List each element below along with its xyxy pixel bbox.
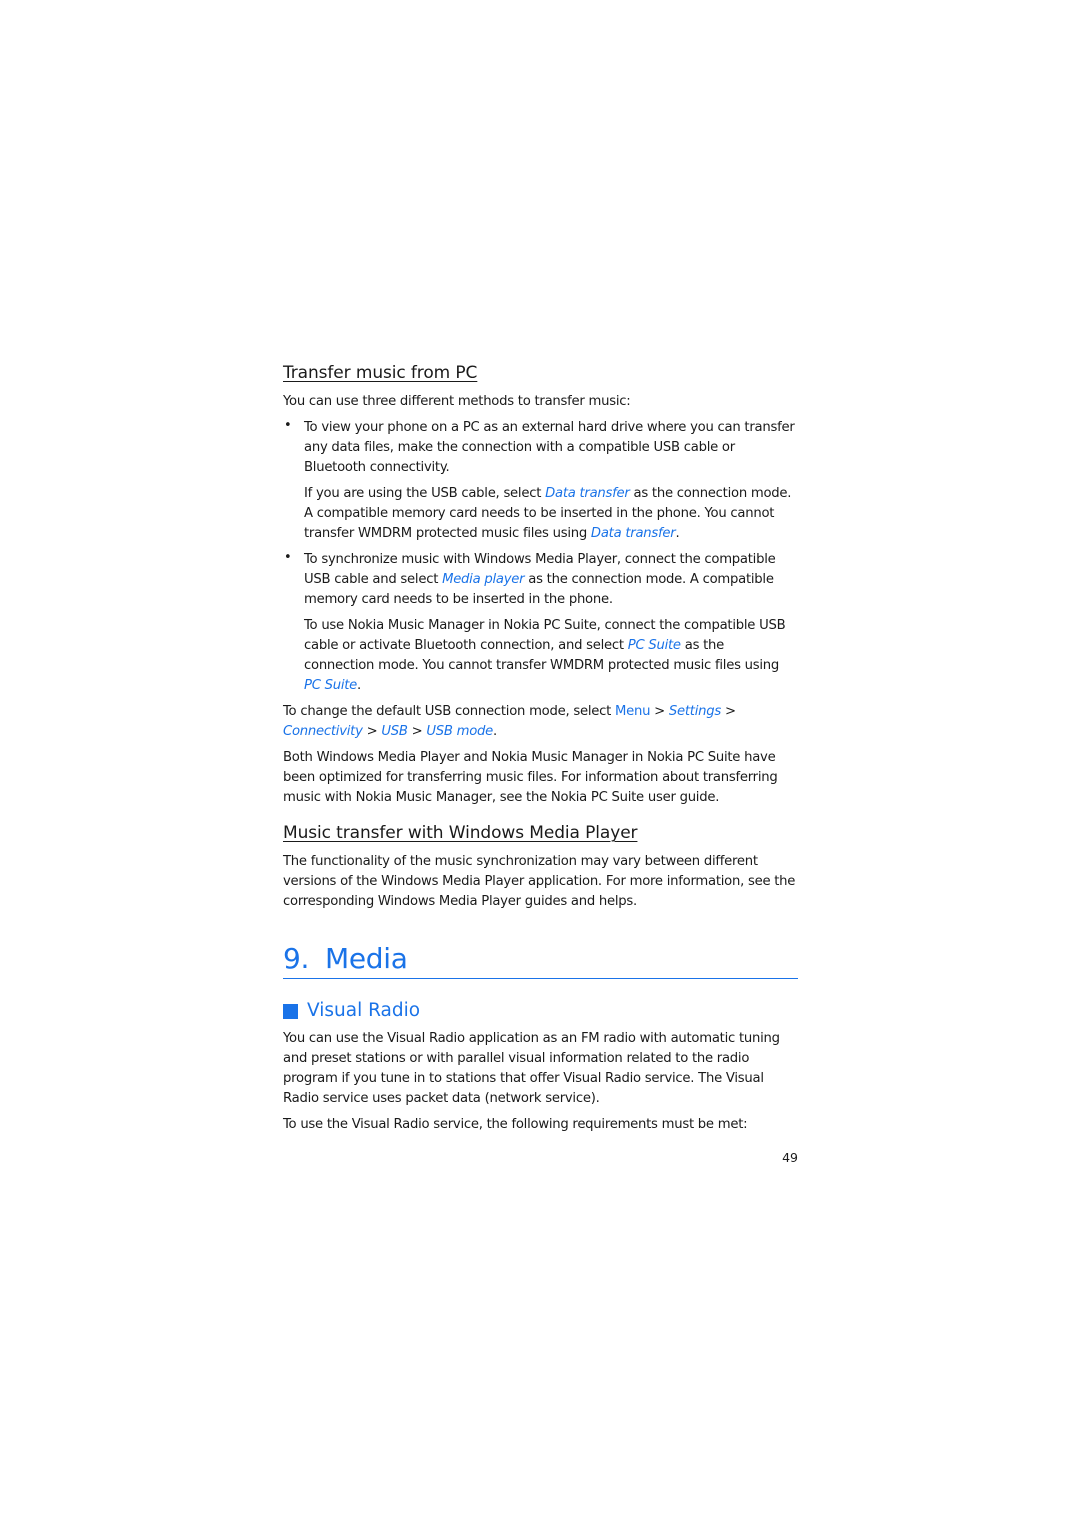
bullet-text: To view your phone on a PC as an externa… <box>304 420 795 475</box>
chapter-heading: 9. Media <box>283 942 798 979</box>
text-span: . <box>493 724 497 739</box>
menu-path-connectivity[interactable]: Connectivity <box>283 724 363 739</box>
list-item: • To synchronize music with Windows Medi… <box>283 550 798 702</box>
transfer-methods-list: • To view your phone on a PC as an exter… <box>283 418 798 702</box>
wmp-text: The functionality of the music synchroni… <box>283 854 796 909</box>
bullet-text: To synchronize music with Windows Media … <box>304 550 798 610</box>
menu-path-menu[interactable]: Menu <box>615 704 650 719</box>
bullet-subtext: To use Nokia Music Manager in Nokia PC S… <box>304 616 798 696</box>
visual-radio-requirements: To use the Visual Radio service, the fol… <box>283 1117 748 1132</box>
path-separator: > <box>650 704 669 719</box>
path-separator: > <box>721 704 736 719</box>
page-number: 49 <box>782 1150 798 1165</box>
text-span: To change the default USB connection mod… <box>283 704 615 719</box>
link-pc-suite[interactable]: PC Suite <box>628 638 681 653</box>
link-media-player[interactable]: Media player <box>442 572 525 587</box>
link-pc-suite[interactable]: PC Suite <box>304 678 357 693</box>
link-data-transfer[interactable]: Data transfer <box>591 526 676 541</box>
bullet-icon: • <box>284 418 292 433</box>
section-heading-visual-radio: Visual Radio <box>283 999 798 1023</box>
change-usb-mode-text: To change the default USB connection mod… <box>283 702 798 742</box>
chapter-title: Media <box>325 942 408 975</box>
path-separator: > <box>407 724 427 739</box>
heading-transfer-music: Transfer music from PC <box>283 363 478 383</box>
transfer-intro: You can use three different methods to t… <box>283 394 631 409</box>
menu-path-usb[interactable]: USB <box>381 724 408 739</box>
bullet-subtext: If you are using the USB cable, select D… <box>304 484 798 544</box>
visual-radio-description: You can use the Visual Radio application… <box>283 1031 780 1106</box>
bullet-icon: • <box>284 550 292 565</box>
chapter-number: 9. <box>283 942 310 975</box>
text-span: . <box>675 526 680 541</box>
heading-music-transfer-wmp: Music transfer with Windows Media Player <box>283 823 638 843</box>
path-separator: > <box>362 724 382 739</box>
list-item: • To view your phone on a PC as an exter… <box>283 418 798 550</box>
document-page: Transfer music from PC You can use three… <box>283 360 798 1135</box>
section-title: Visual Radio <box>307 1000 421 1021</box>
text-span: If you are using the USB cable, select <box>304 486 546 501</box>
text-span: . <box>357 678 361 693</box>
square-bullet-icon <box>283 1003 298 1019</box>
menu-path-settings[interactable]: Settings <box>669 704 721 719</box>
link-data-transfer[interactable]: Data transfer <box>545 486 630 501</box>
both-players-text: Both Windows Media Player and Nokia Musi… <box>283 750 778 805</box>
menu-path-usb-mode[interactable]: USB mode <box>426 724 493 739</box>
